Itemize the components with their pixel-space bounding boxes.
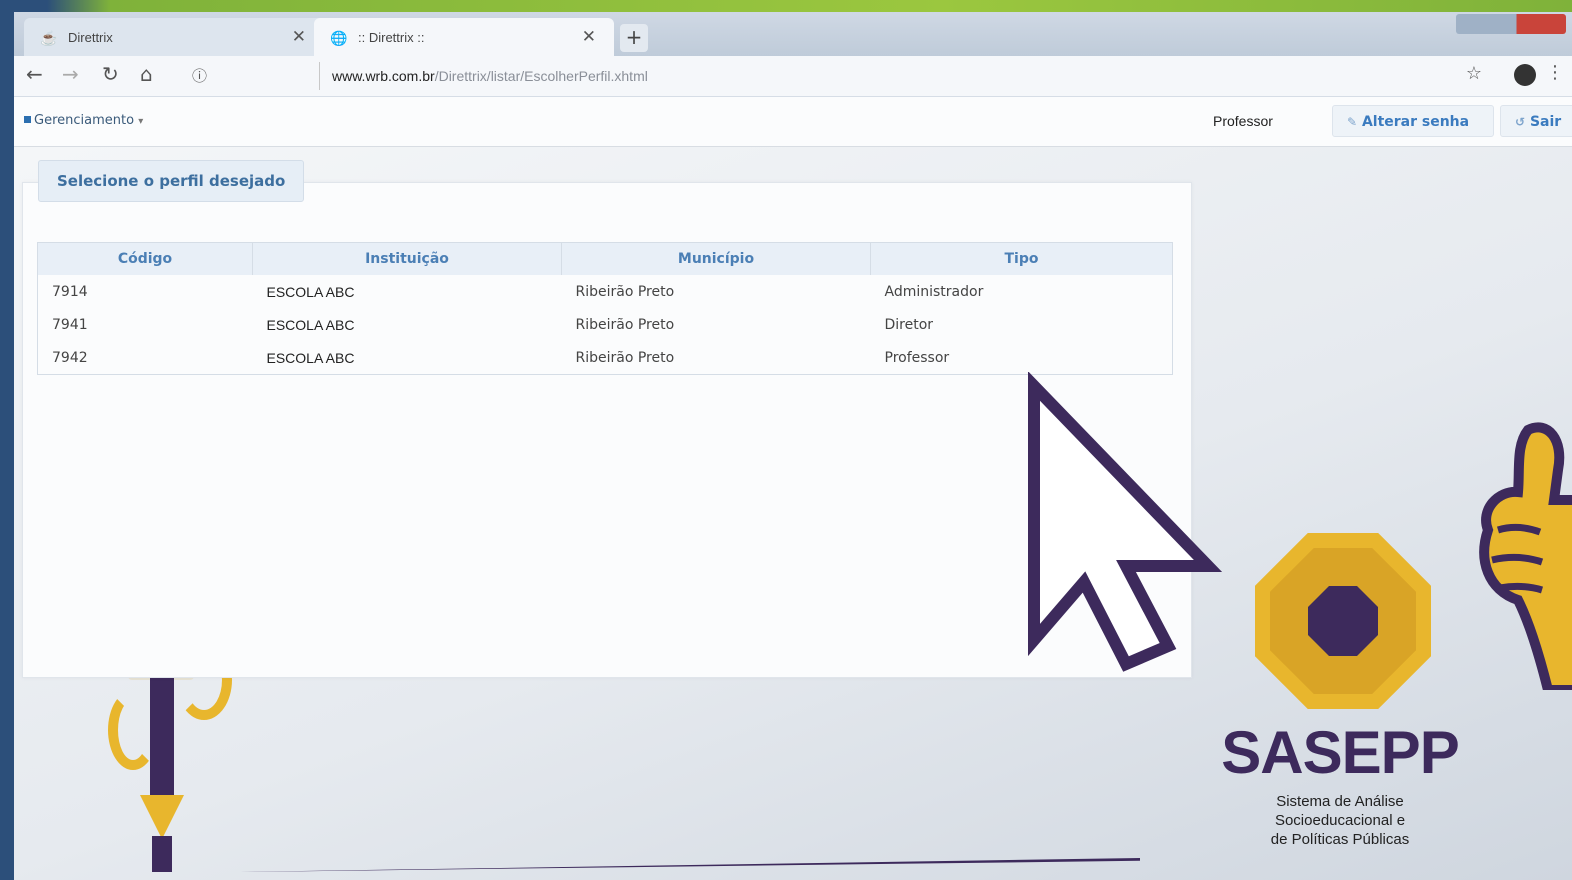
logo-subtitle-line: de Políticas Públicas <box>1270 831 1410 848</box>
browser-menu-icon[interactable]: ⋮ <box>1546 62 1564 83</box>
back-arrow-icon[interactable]: ← <box>26 62 43 86</box>
close-tab-icon[interactable]: ✕ <box>582 27 596 47</box>
new-tab-button[interactable]: + <box>620 24 648 52</box>
globe-icon: 🌐 <box>330 30 348 46</box>
sasepp-logo-center <box>1308 586 1378 656</box>
logo-subtitle: Sistema de Análise Socioeducacional e de… <box>1210 792 1470 849</box>
url-host: www.wrb.com.br <box>332 68 435 84</box>
url-field[interactable]: www.wrb.com.br/Direttrix/listar/Escolher… <box>319 62 1462 90</box>
browser-address-bar: ← → ↻ ⌂ ⓘ www.wrb.com.br/Direttrix/lista… <box>14 56 1572 97</box>
browser-tab-1[interactable]: ☕ Direttrix ✕ <box>24 18 324 56</box>
logout-button[interactable]: ↺ Sair <box>1500 105 1572 137</box>
cell-codigo: 7941 <box>52 316 88 333</box>
cell-instituicao: ESCOLA ABC <box>266 349 355 366</box>
table-row[interactable]: 7942 ESCOLA ABC Ribeirão Preto Professor <box>38 341 1173 375</box>
logout-label: Sair <box>1529 114 1562 130</box>
cell-municipio: Ribeirão Preto <box>575 316 675 333</box>
profile-avatar-icon[interactable] <box>1514 64 1536 86</box>
site-favicon-icon: ☕ <box>40 30 58 46</box>
pencil-mascot-lead <box>152 836 172 872</box>
cell-codigo: 7914 <box>52 283 88 300</box>
profile-table: Código Instituição Município Tipo 7914 E… <box>37 242 1173 375</box>
menu-label: Gerenciamento <box>34 113 135 128</box>
reload-icon[interactable]: ↻ <box>102 62 119 86</box>
cell-codigo: 7942 <box>52 349 88 366</box>
gerenciamento-menu[interactable]: Gerenciamento ▾ <box>24 113 143 128</box>
change-password-label: Alterar senha <box>1361 114 1470 130</box>
column-header-tipo[interactable]: Tipo <box>870 242 1173 275</box>
pencil-mascot-tip <box>140 795 184 839</box>
tab-title: Direttrix <box>68 30 113 45</box>
table-row[interactable]: 7914 ESCOLA ABC Ribeirão Preto Administr… <box>38 275 1173 308</box>
close-tab-icon[interactable]: ✕ <box>292 27 306 47</box>
table-row[interactable]: 7941 ESCOLA ABC Ribeirão Preto Diretor <box>38 308 1173 341</box>
tab-title: :: Direttrix :: <box>358 30 425 45</box>
cursor-arrow-icon <box>1028 372 1222 672</box>
window-controls[interactable] <box>1456 14 1566 34</box>
cell-instituicao: ESCOLA ABC <box>266 283 355 300</box>
column-header-instituicao[interactable]: Instituição <box>252 242 562 275</box>
home-icon[interactable]: ⌂ <box>140 62 153 86</box>
frame-top-border <box>0 0 1572 12</box>
cell-tipo: Professor <box>884 349 950 366</box>
logo-name: SASEPP <box>1221 719 1459 786</box>
column-header-codigo[interactable]: Código <box>37 242 253 275</box>
key-icon: ✎ <box>1347 115 1358 129</box>
cell-tipo: Diretor <box>884 316 934 333</box>
column-header-municipio[interactable]: Município <box>561 242 871 275</box>
logo-subtitle-line: Socioeducacional e <box>1274 812 1406 829</box>
change-password-button[interactable]: ✎ Alterar senha <box>1332 105 1494 137</box>
thumbs-up-icon <box>1479 422 1572 690</box>
cell-municipio: Ribeirão Preto <box>575 349 675 366</box>
panel-legend: Selecione o perfil desejado <box>38 160 305 202</box>
table-header-row: Código Instituição Município Tipo <box>37 242 1173 275</box>
cell-instituicao: ESCOLA ABC <box>266 316 355 333</box>
cell-municipio: Ribeirão Preto <box>575 283 675 300</box>
frame-left-border <box>0 0 14 880</box>
browser-tab-2-active[interactable]: 🌐 :: Direttrix :: ✕ <box>314 18 614 56</box>
forward-arrow-icon[interactable]: → <box>62 62 79 86</box>
info-icon[interactable]: ⓘ <box>192 65 207 86</box>
bookmark-star-icon[interactable]: ☆ <box>1466 63 1482 84</box>
user-role-label: Professor <box>1213 113 1273 129</box>
chevron-down-icon: ▾ <box>138 116 144 127</box>
menu-square-icon <box>24 116 31 123</box>
browser-tab-bar: ☕ Direttrix ✕ 🌐 :: Direttrix :: ✕ + <box>14 12 1572 56</box>
url-path: /Direttrix/listar/EscolherPerfil.xhtml <box>434 68 648 84</box>
app-navbar: Gerenciamento ▾ Professor ✎ Alterar senh… <box>14 97 1572 147</box>
logo-subtitle-line: Sistema de Análise <box>1276 793 1404 810</box>
cell-tipo: Administrador <box>884 283 984 300</box>
pencil-mascot-arm <box>108 690 158 770</box>
logout-icon: ↺ <box>1515 115 1526 129</box>
